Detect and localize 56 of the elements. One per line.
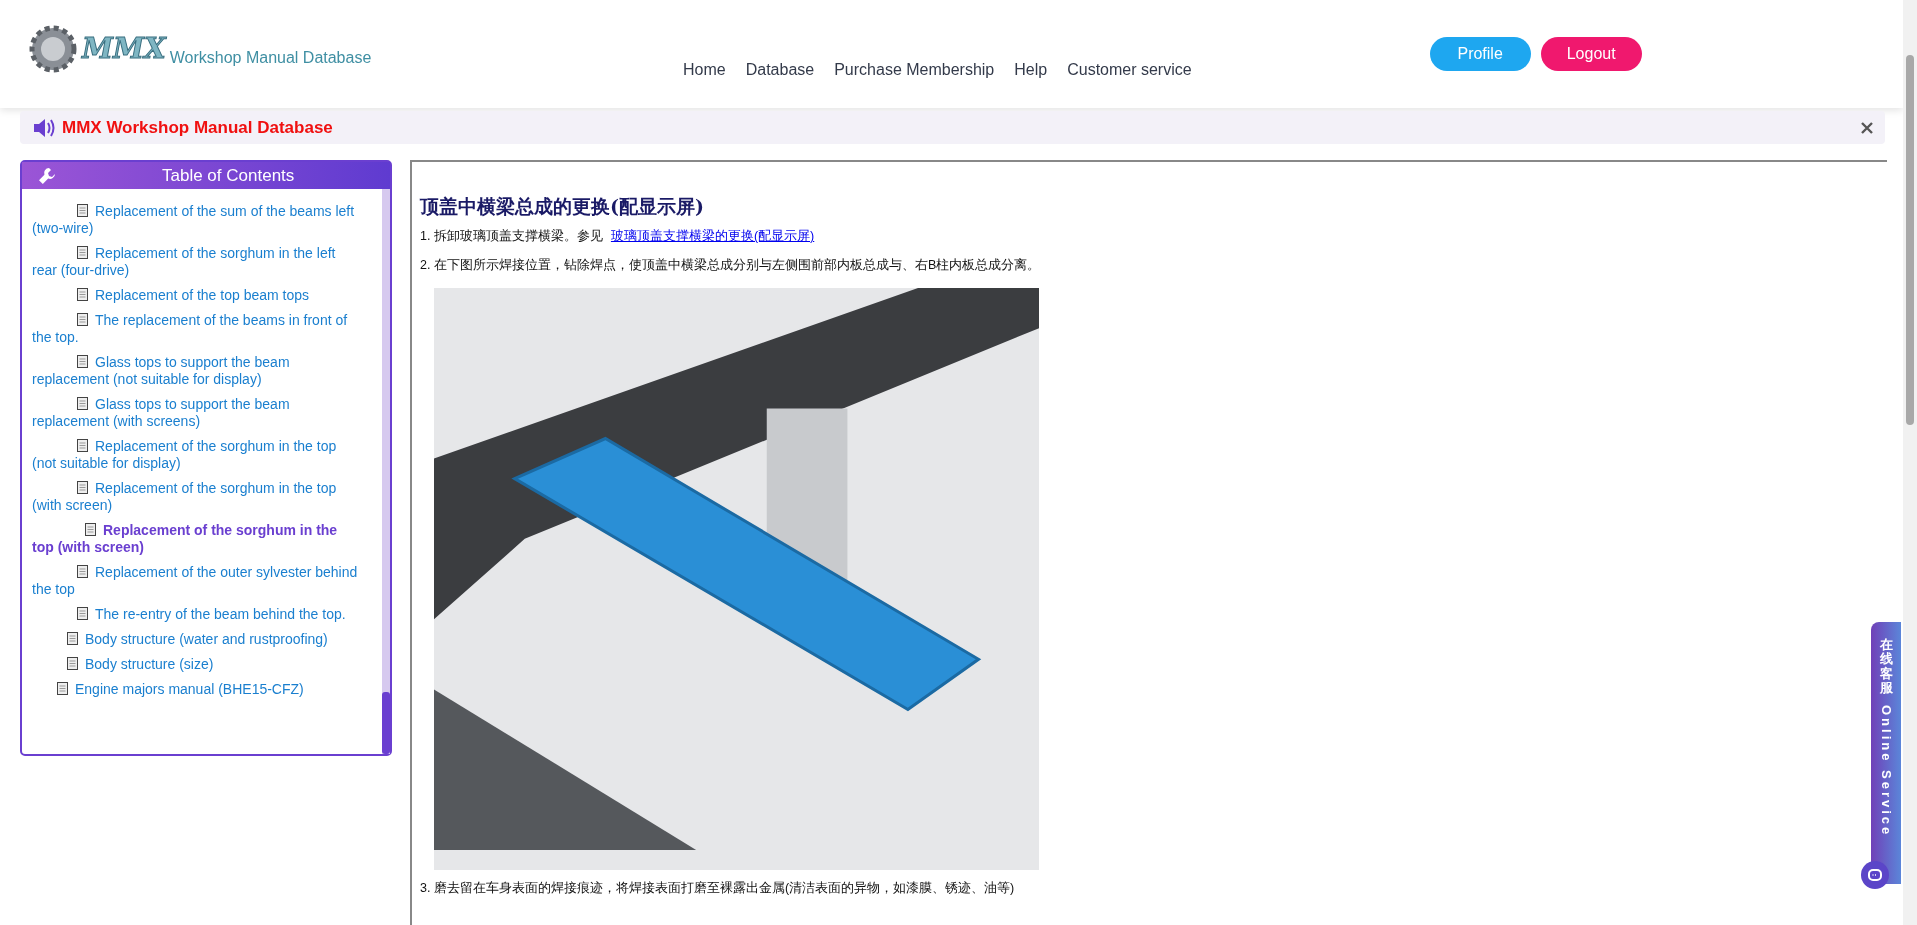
toc-link[interactable]: The replacement of the beams in front of the top. bbox=[32, 312, 360, 346]
document-icon bbox=[77, 439, 88, 452]
reference-link[interactable]: 玻璃顶盖支撑横梁的更换(配显示屏) bbox=[610, 229, 815, 243]
logo-title: Workshop Manual Database bbox=[169, 49, 372, 67]
logo-mark: MMX bbox=[82, 32, 166, 66]
document-icon bbox=[77, 355, 88, 368]
nav-link[interactable]: Purchase Membership bbox=[834, 61, 995, 79]
document-icon bbox=[77, 288, 88, 301]
toc-link[interactable]: Replacement of the sum of the beams left (two-wire) bbox=[32, 203, 360, 237]
online-service-tab[interactable]: 在线客服 Online Service bbox=[1871, 622, 1901, 884]
scrollbar-thumb[interactable] bbox=[1906, 55, 1914, 425]
toc-link[interactable]: Engine majors manual (BHE15-CFZ) bbox=[32, 681, 360, 698]
nav-link[interactable]: Home bbox=[683, 61, 726, 79]
toc-link[interactable]: Replacement of the sorghum in the left rear (four-drive) bbox=[32, 245, 360, 279]
document-icon bbox=[77, 204, 88, 217]
toc-link[interactable]: Replacement of the sorghum in the top (with screen) bbox=[32, 522, 360, 556]
nav-link[interactable]: Customer service bbox=[1067, 61, 1192, 79]
online-service-chinese: 在线客服 bbox=[1879, 638, 1893, 696]
account-button[interactable]: Profile bbox=[1429, 37, 1531, 71]
wrench-icon bbox=[38, 166, 56, 185]
nav-link[interactable]: Database bbox=[745, 61, 815, 79]
document-icon bbox=[77, 481, 88, 494]
close-icon[interactable] bbox=[1861, 121, 1873, 134]
document-icon bbox=[57, 682, 68, 695]
toc-link[interactable]: Replacement of the top beam tops bbox=[32, 287, 360, 304]
toc-link[interactable]: Glass tops to support the beam replacement (with screens) bbox=[32, 396, 360, 430]
toc-link[interactable]: The re-entry of the beam behind the top. bbox=[32, 606, 360, 623]
chat-icon[interactable] bbox=[1861, 861, 1889, 889]
gear-icon bbox=[28, 24, 78, 74]
document-title: 顶盖中横梁总成的更换(配显示屏) bbox=[420, 194, 705, 219]
notice-text: MMX Workshop Manual Database bbox=[62, 117, 333, 138]
toc-link[interactable]: Body structure (size) bbox=[32, 656, 360, 673]
step-text: 2. 在下图所示焊接位置，钻除焊点，使顶盖中横梁总成分别与左侧围前部内板总成与、右B柱内板总成分离。 bbox=[420, 257, 1042, 274]
document-icon bbox=[77, 565, 88, 578]
nav-link[interactable]: Help bbox=[1014, 61, 1048, 79]
document-icon bbox=[77, 607, 88, 620]
scrollbar[interactable] bbox=[382, 189, 390, 754]
account-button[interactable]: Logout bbox=[1540, 37, 1642, 71]
step-text: 3. 磨去留在车身表面的焊接痕迹，将焊接表面打磨至裸露出金属(清洁表面的异物，如漆膜、锈迹、油等) bbox=[420, 880, 1016, 897]
speaker-icon bbox=[32, 116, 56, 139]
document-icon bbox=[77, 397, 88, 410]
scrollbar[interactable] bbox=[1903, 0, 1917, 925]
document-icon bbox=[85, 523, 96, 536]
toc-link[interactable]: Replacement of the sorghum in the top (not suitable for display) bbox=[32, 438, 360, 472]
document-icon bbox=[67, 657, 78, 670]
toc-link[interactable]: Glass tops to support the beam replacement (not suitable for display) bbox=[32, 354, 360, 388]
scrollbar-thumb[interactable] bbox=[382, 692, 390, 754]
step-text: 1. 拆卸玻璃顶盖支撑横梁。参见 玻璃顶盖支撑横梁的更换(配显示屏) bbox=[420, 228, 816, 245]
document-icon bbox=[67, 632, 78, 645]
toc-link[interactable]: Replacement of the sorghum in the top (with screen) bbox=[32, 480, 360, 514]
toc-link[interactable]: Replacement of the outer sylvester behind the top bbox=[32, 564, 360, 598]
online-service-english: Online Service bbox=[1878, 705, 1894, 838]
toc-title: Table of Contents bbox=[162, 165, 295, 186]
document-icon bbox=[77, 313, 88, 326]
document-icon bbox=[77, 246, 88, 259]
toc-link[interactable]: Body structure (water and rustproofing) bbox=[32, 631, 360, 648]
